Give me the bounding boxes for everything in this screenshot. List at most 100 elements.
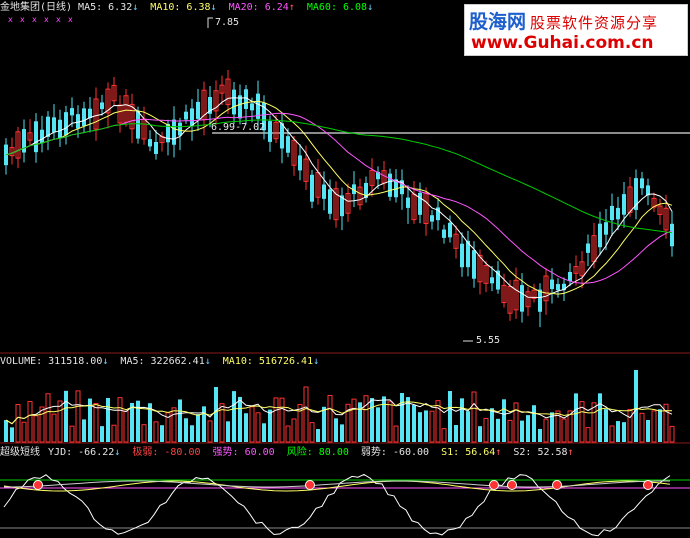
s1-up-arrow-icon: ↑ — [495, 447, 502, 458]
volume-ma5-value: MA5: 322662.41 — [120, 356, 205, 367]
volume-bar — [190, 425, 194, 442]
volume-bar — [496, 418, 500, 442]
ma5-down-arrow-icon: ↓ — [132, 2, 139, 13]
ma20-value: MA20: 6.24 — [228, 2, 289, 13]
volume-bar — [616, 421, 620, 442]
volume-bar — [658, 409, 662, 442]
volume-bar — [226, 421, 230, 442]
volume-bar — [639, 412, 645, 443]
candle-body — [550, 279, 554, 290]
volume-bar — [232, 391, 236, 442]
candle-body — [268, 121, 272, 142]
volume-bar — [214, 387, 218, 442]
high-pointer — [207, 17, 213, 28]
volume-bar — [153, 421, 159, 443]
volume-bar — [51, 413, 57, 443]
candle-body — [280, 123, 284, 149]
indicator-title: 超级短线 — [0, 447, 40, 458]
candle-body — [604, 222, 608, 235]
volume-bar — [45, 393, 51, 443]
volume-bar — [123, 410, 129, 443]
s2-line — [4, 480, 670, 488]
price-panel-header: 金地集团(日线) MA5: 6.32↓ MA10: 6.38↓ MA20: 6.2… — [0, 1, 379, 15]
volume-bar — [291, 418, 297, 443]
volume-bar — [111, 424, 117, 443]
volume-bar — [526, 415, 530, 442]
volume-bar — [57, 400, 63, 443]
ruoshi-value: 弱势: -60.00 — [360, 447, 430, 458]
volume-bar — [669, 425, 675, 443]
volume-bar — [651, 410, 657, 443]
volume-bar — [316, 429, 320, 442]
volume-bar — [327, 395, 333, 443]
volume-bar — [196, 414, 200, 442]
candle-body — [136, 110, 140, 139]
volume-bar — [4, 420, 8, 442]
volume-bar — [490, 408, 494, 442]
candle-body — [322, 184, 326, 199]
candle-body — [172, 119, 176, 145]
candle-body — [388, 173, 392, 197]
candle-body — [568, 272, 572, 282]
volume-bar — [141, 424, 147, 443]
volume-bar — [424, 410, 428, 442]
ma20-line — [5, 112, 673, 284]
ma10-value: MA10: 6.38 — [150, 2, 211, 13]
yjd-down-arrow-icon: ↓ — [114, 447, 121, 458]
volume-bar — [400, 393, 404, 442]
candle-body — [622, 194, 626, 215]
volume-bar — [460, 398, 464, 442]
candle-body — [490, 277, 494, 284]
candle-body — [250, 103, 254, 111]
volume-bar — [322, 406, 326, 442]
candle-body — [610, 205, 614, 221]
signal-dot — [643, 480, 653, 490]
candle-body — [520, 285, 524, 312]
volume-bar — [598, 393, 602, 442]
candle-body — [406, 197, 410, 208]
volume-bar — [538, 428, 542, 442]
top-marker: x — [8, 15, 13, 24]
volume-value: VOLUME: 311518.00 — [0, 356, 103, 367]
volume-bar — [387, 401, 393, 443]
low-price-label: 5.55 — [476, 335, 501, 346]
signal-dot — [552, 480, 562, 490]
volume-bar — [561, 418, 567, 443]
watermark-brand: 股海网 — [469, 11, 527, 33]
mid-price-label: 6.99-7.02 — [211, 122, 266, 133]
candle-body — [52, 117, 56, 133]
volume-bar — [27, 400, 33, 443]
ma60-value: MA60: 6.08 — [306, 2, 368, 13]
volume-bar — [184, 418, 188, 442]
volume-ma5-down-arrow-icon: ↓ — [204, 356, 211, 367]
s2-value: S2: 52.58 — [513, 447, 568, 458]
volume-bar — [303, 386, 309, 443]
candle-body — [148, 139, 152, 147]
candle-body — [418, 192, 422, 215]
volume-bar — [412, 405, 416, 442]
candle-body — [442, 229, 446, 238]
volume-bar — [543, 418, 549, 443]
signal-dot — [305, 480, 315, 490]
volume-bar — [466, 411, 470, 442]
candle-body — [328, 189, 332, 214]
volume-bar — [93, 402, 99, 443]
candle-body — [184, 111, 188, 120]
volume-bar — [454, 425, 458, 442]
top-marker: x — [44, 15, 49, 24]
volume-bar — [130, 402, 134, 442]
volume-bar — [340, 424, 344, 442]
fengxian-value: 风险: 80.00 — [286, 447, 349, 458]
candle-body — [34, 121, 38, 153]
volume-bar — [418, 412, 422, 442]
volume-bar — [574, 393, 578, 442]
volume-bar — [382, 396, 386, 442]
candle-body — [460, 243, 464, 268]
candle-body — [154, 141, 158, 154]
candle-body — [448, 222, 452, 238]
volume-bar — [10, 427, 14, 442]
candle-body — [40, 129, 44, 144]
volume-ma10-down-arrow-icon: ↓ — [313, 356, 320, 367]
volume-bar — [244, 413, 248, 442]
volume-bar — [279, 397, 285, 443]
